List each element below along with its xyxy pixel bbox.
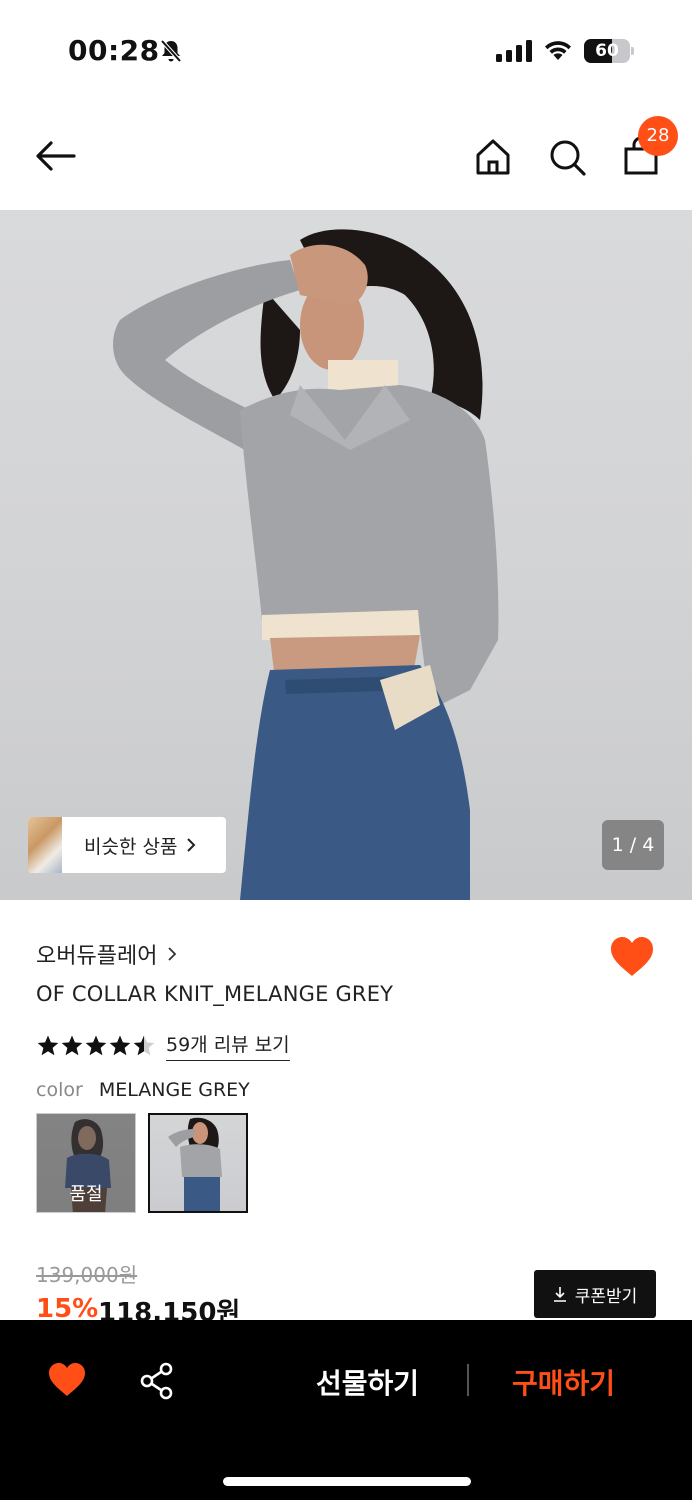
status-time: 00:28 — [68, 34, 160, 67]
similar-products-button[interactable]: 비슷한 상품 — [28, 817, 226, 873]
product-image[interactable] — [0, 210, 692, 900]
star-icon — [61, 1035, 83, 1055]
battery-percent: 60 — [595, 41, 619, 61]
product-title: OF COLLAR KNIT_MELANGE GREY — [36, 982, 394, 1006]
download-icon — [553, 1287, 566, 1302]
image-page-indicator: 1 / 4 — [602, 820, 664, 870]
star-icon — [37, 1035, 59, 1055]
similar-products-label: 비슷한 상품 — [84, 835, 178, 858]
bottom-action-bar: 선물하기 구매하기 — [0, 1320, 692, 1500]
back-arrow-icon[interactable] — [34, 138, 78, 174]
bell-muted-icon — [160, 39, 182, 63]
rating-row: 59개 리뷰 보기 — [36, 1030, 290, 1061]
cart-count-badge: 28 — [638, 116, 678, 156]
chevron-right-icon — [168, 947, 177, 961]
similar-product-thumbnail — [28, 817, 62, 873]
divider — [467, 1364, 469, 1396]
brand-link[interactable]: 오버듀플레어 — [36, 938, 177, 970]
chevron-right-icon — [187, 838, 196, 852]
share-icon[interactable] — [138, 1362, 176, 1400]
wifi-icon — [545, 41, 571, 60]
review-link[interactable]: 59개 리뷰 보기 — [166, 1030, 290, 1061]
coupon-label: 쿠폰받기 — [574, 1286, 638, 1307]
original-price: 139,000원 — [36, 1263, 138, 1287]
wishlist-heart-icon[interactable] — [609, 936, 655, 978]
coupon-download-button[interactable]: 쿠폰받기 — [534, 1270, 656, 1318]
status-bar: 00:28 60 — [0, 0, 692, 100]
sold-out-label: 품절 — [69, 1184, 103, 1205]
star-icon — [109, 1035, 131, 1055]
product-photo — [113, 229, 499, 900]
home-indicator — [223, 1477, 471, 1486]
battery-icon: 60 — [584, 39, 634, 63]
color-swatch-blue[interactable]: 품절 — [36, 1113, 136, 1213]
top-nav — [0, 100, 692, 210]
search-icon[interactable] — [547, 137, 587, 177]
color-value: MELANGE GREY — [98, 1079, 250, 1101]
color-label: color — [36, 1079, 83, 1101]
gift-button[interactable]: 선물하기 — [316, 1362, 419, 1402]
color-swatch-melange-grey[interactable] — [148, 1113, 248, 1213]
brand-name: 오버듀플레어 — [36, 944, 158, 969]
cellular-signal-icon — [496, 40, 532, 62]
star-icon — [85, 1035, 107, 1055]
swatch-photo — [168, 1117, 222, 1211]
star-icon — [133, 1035, 155, 1055]
wishlist-heart-icon[interactable] — [47, 1362, 87, 1398]
star-rating — [36, 1034, 156, 1058]
buy-button[interactable]: 구매하기 — [512, 1362, 615, 1402]
color-row: color MELANGE GREY — [36, 1079, 250, 1101]
home-icon[interactable] — [473, 137, 513, 177]
